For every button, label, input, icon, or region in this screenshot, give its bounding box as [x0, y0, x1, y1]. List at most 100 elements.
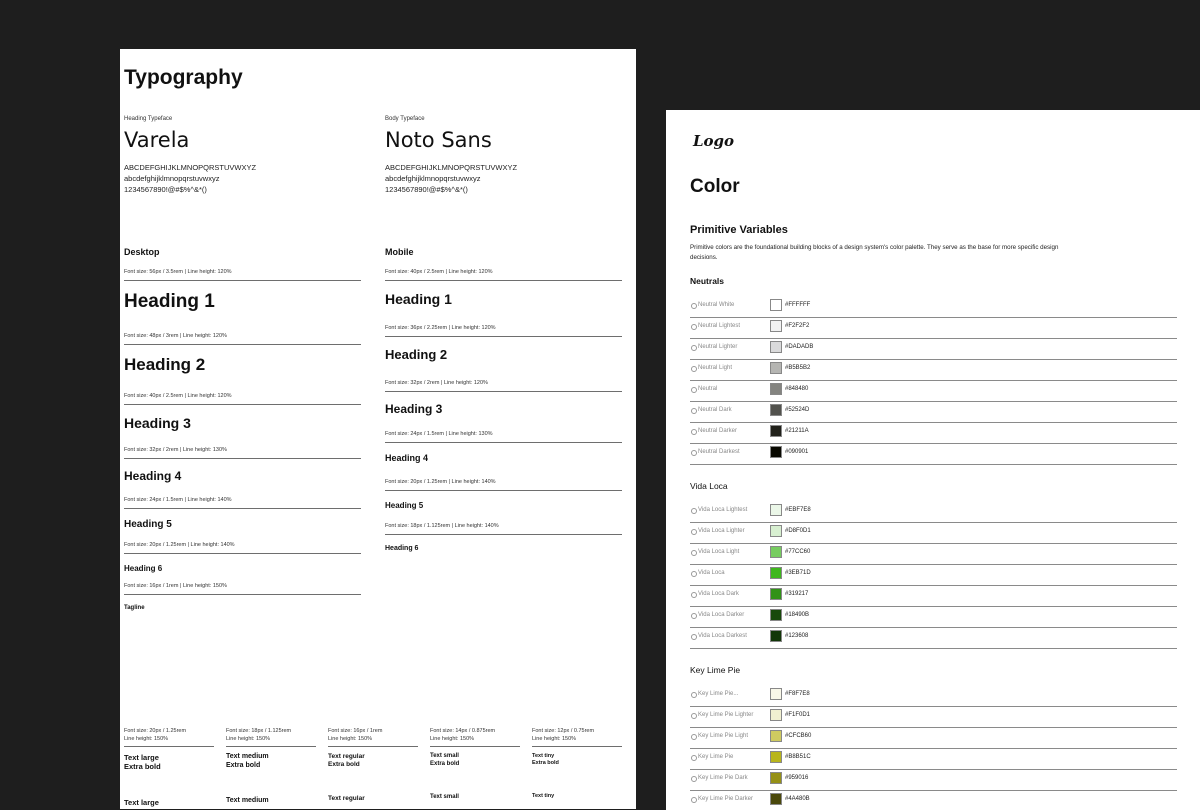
- type-spec-meta: Font size: 24px / 1.5rem | Line height: …: [385, 431, 622, 443]
- text-styles-grid: Font size: 20px / 1.25rem Line height: 1…: [124, 727, 622, 807]
- swatch-name: Neutral Lighter: [698, 344, 738, 350]
- type-spec-row: Font size: 56px / 3.5rem | Line height: …: [124, 269, 361, 313]
- radio-icon[interactable]: [691, 713, 697, 719]
- swatch-name: Vida Loca Lighter: [698, 528, 745, 534]
- radio-icon[interactable]: [691, 550, 697, 556]
- radio-icon[interactable]: [691, 613, 697, 619]
- type-spec-meta: Font size: 16px / 1rem | Line height: 15…: [124, 583, 361, 595]
- heading-typeface-kicker: Heading Typeface: [124, 116, 173, 122]
- type-spec-sample: Heading 4: [385, 453, 429, 463]
- swatch-hex: #B5B5B2: [785, 365, 811, 371]
- radio-icon[interactable]: [691, 303, 697, 309]
- color-chip: [770, 320, 782, 332]
- color-chip: [770, 525, 782, 537]
- heading-typeface-charset: ABCDEFGHIJKLMNOPQRSTUVWXYZ abcdefghijklm…: [124, 163, 257, 194]
- swatch-name: Key Lime Pie: [698, 754, 734, 760]
- type-spec-meta: Font size: 24px / 1.5rem | Line height: …: [124, 497, 361, 509]
- color-swatch-row: Key Lime Pie #B8B51C: [690, 748, 1177, 770]
- text-style-sample-repeat: Text medium: [226, 796, 269, 804]
- color-swatch-row: Vida Loca Light #77CC60: [690, 543, 1177, 565]
- color-swatch-row: Key Lime Pie Darker #4A480B: [690, 790, 1177, 810]
- swatch-hex: #CFCB60: [785, 733, 812, 739]
- color-chip: [770, 730, 782, 742]
- color-title: Color: [690, 176, 740, 197]
- type-spec-meta: Font size: 48px / 3rem | Line height: 12…: [124, 333, 361, 345]
- swatch-hex: #090901: [785, 449, 809, 455]
- mobile-type-scale: Mobile Font size: 40px / 2.5rem | Line h…: [385, 247, 622, 552]
- radio-icon[interactable]: [691, 345, 697, 351]
- swatch-hex: #21211A: [785, 428, 809, 434]
- color-swatch-row: Vida Loca Darker #18490B: [690, 606, 1177, 628]
- radio-icon[interactable]: [691, 387, 697, 393]
- radio-icon[interactable]: [691, 508, 697, 514]
- text-style-sample: Text medium Extra bold: [226, 753, 269, 769]
- radio-icon[interactable]: [691, 571, 697, 577]
- type-spec-row: Font size: 32px / 2rem | Line height: 12…: [385, 380, 622, 416]
- logo: Logo: [693, 132, 735, 150]
- body-typeface-charset: ABCDEFGHIJKLMNOPQRSTUVWXYZ abcdefghijklm…: [385, 163, 518, 194]
- radio-icon[interactable]: [691, 734, 697, 740]
- color-chip: [770, 567, 782, 579]
- swatch-hex: #4A480B: [785, 796, 810, 802]
- body-typeface-block: Body Typeface Noto Sans ABCDEFGHIJKLMNOP…: [385, 116, 615, 195]
- color-chip: [770, 504, 782, 516]
- text-style-sample-repeat: Text large: [124, 797, 159, 807]
- color-chip: [770, 383, 782, 395]
- text-style-meta: Font size: 18px / 1.125rem Line height: …: [226, 727, 316, 747]
- heading-typeface-name: Varela: [124, 128, 190, 152]
- radio-icon[interactable]: [691, 408, 697, 414]
- swatch-name: Vida Loca Darker: [698, 612, 745, 618]
- swatch-hex: #D8F0D1: [785, 528, 811, 534]
- color-swatch-row: Key Lime Pie Lighter #F1F0D1: [690, 706, 1177, 728]
- type-spec-row: Font size: 18px / 1.125rem | Line height…: [385, 523, 622, 552]
- type-spec-meta: Font size: 20px / 1.25rem | Line height:…: [385, 479, 622, 491]
- color-chip: [770, 793, 782, 805]
- swatch-name: Key Lime Pie Darker: [698, 796, 754, 802]
- swatch-hex: #DADADB: [785, 344, 814, 350]
- text-style-sample: Text regular Extra bold: [328, 753, 365, 769]
- color-chip: [770, 688, 782, 700]
- color-swatch-row: Neutral Lightest #F2F2F2: [690, 317, 1177, 339]
- radio-icon[interactable]: [691, 634, 697, 640]
- type-spec-meta: Font size: 20px / 1.25rem | Line height:…: [124, 542, 361, 554]
- primitive-variables-description: Primitive colors are the foundational bu…: [690, 244, 1059, 261]
- radio-icon[interactable]: [691, 592, 697, 598]
- type-spec-sample: Heading 4: [124, 469, 182, 483]
- type-spec-meta: Font size: 36px / 2.25rem | Line height:…: [385, 325, 622, 337]
- type-spec-row: Font size: 24px / 1.5rem | Line height: …: [124, 497, 361, 530]
- type-spec-row: Font size: 48px / 3rem | Line height: 12…: [124, 333, 361, 375]
- type-spec-sample: Heading 3: [124, 415, 191, 431]
- desktop-label: Desktop: [124, 247, 160, 257]
- type-spec-row: Font size: 20px / 1.25rem | Line height:…: [124, 542, 361, 573]
- swatch-name: Key Lime Pie Lighter: [698, 712, 754, 718]
- radio-icon[interactable]: [691, 692, 697, 698]
- swatch-hex: #848480: [785, 386, 809, 392]
- color-group-title: Vida Loca: [690, 481, 728, 491]
- color-chip: [770, 446, 782, 458]
- type-spec-sample: Heading 2: [124, 355, 206, 374]
- color-swatch-row: Vida Loca Dark #319217: [690, 585, 1177, 607]
- color-swatch-row: Vida Loca Lighter #D8F0D1: [690, 522, 1177, 544]
- swatch-name: Vida Loca Light: [698, 549, 740, 555]
- type-spec-row: Font size: 20px / 1.25rem | Line height:…: [385, 479, 622, 510]
- swatch-hex: #3EB71D: [785, 570, 811, 576]
- radio-icon[interactable]: [691, 529, 697, 535]
- radio-icon[interactable]: [691, 755, 697, 761]
- radio-icon[interactable]: [691, 450, 697, 456]
- body-typeface-kicker: Body Typeface: [385, 116, 425, 122]
- text-style-sample: Text tiny Extra bold: [532, 753, 559, 766]
- radio-icon[interactable]: [691, 429, 697, 435]
- swatch-hex: #18490B: [785, 612, 810, 618]
- swatch-hex: #319217: [785, 591, 809, 597]
- swatch-hex: #B8B51C: [785, 754, 811, 760]
- color-chip: [770, 362, 782, 374]
- radio-icon[interactable]: [691, 324, 697, 330]
- text-style-meta: Font size: 16px / 1rem Line height: 150%: [328, 727, 418, 747]
- radio-icon[interactable]: [691, 366, 697, 372]
- swatch-name: Vida Loca: [698, 570, 725, 576]
- radio-icon[interactable]: [691, 776, 697, 782]
- radio-icon[interactable]: [691, 797, 697, 803]
- swatch-name: Vida Loca Dark: [698, 591, 739, 597]
- type-spec-row: Font size: 36px / 2.25rem | Line height:…: [385, 325, 622, 362]
- swatch-name: Neutral Dark: [698, 407, 732, 413]
